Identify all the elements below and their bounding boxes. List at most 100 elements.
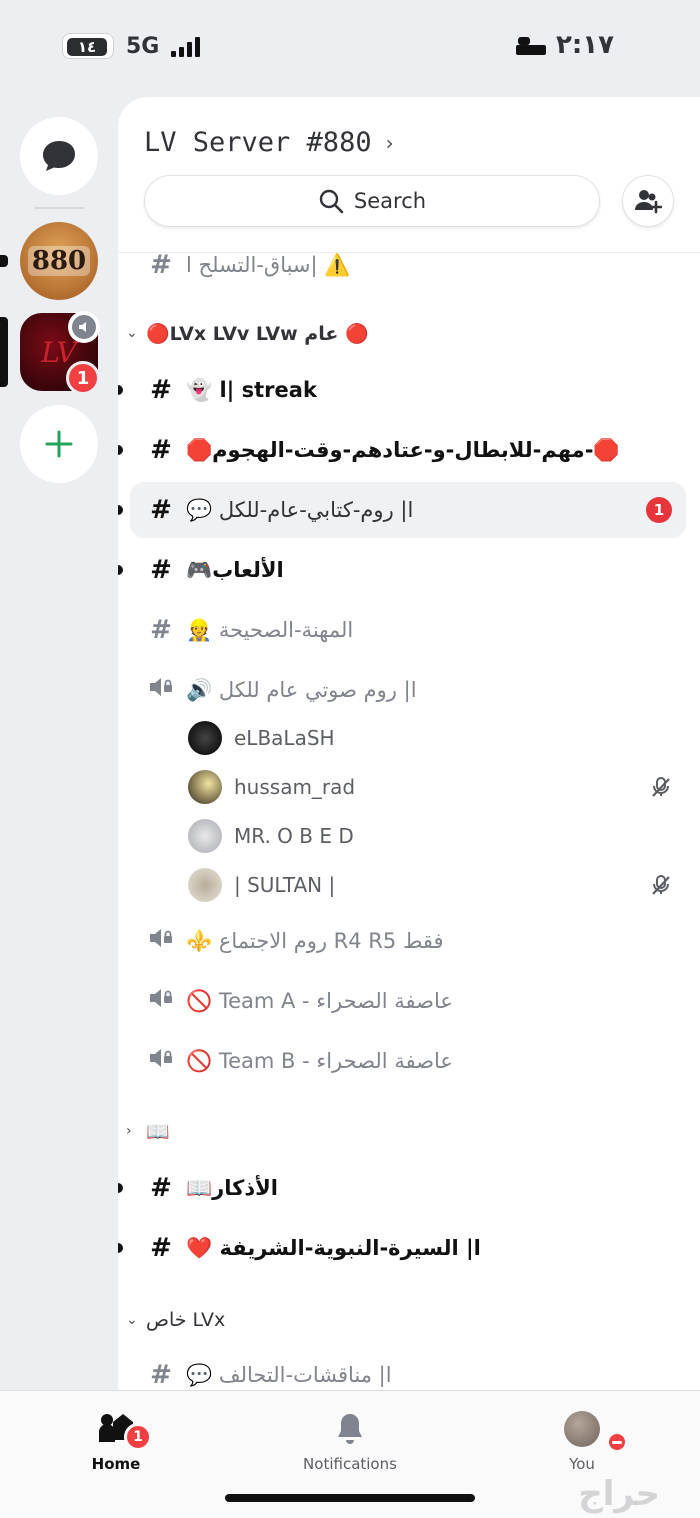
- chevron-down-icon: ⌄: [126, 325, 138, 341]
- search-label: Search: [353, 189, 427, 213]
- channel-name: 💬 ا| روم-كتابي-عام-للكل: [186, 497, 414, 522]
- avatar: [188, 721, 222, 755]
- unread-dot: [118, 445, 123, 455]
- channel-row[interactable]: # 🛑مهم-للابطال-و-عتادهم-وقت-الهجوم-🛑: [118, 422, 700, 478]
- channel-name: 🚫 Team A - عاصفة الصحراء: [186, 988, 453, 1013]
- hashtag-lock-icon: #: [150, 1173, 172, 1203]
- chat-bubble-icon: [43, 141, 75, 171]
- channel-row[interactable]: # 🎮الألعاب: [118, 542, 700, 598]
- hashtag-lock-icon: #: [150, 615, 172, 645]
- status-left: ١٤ 5G: [62, 33, 201, 59]
- channel-panel: LV Server #880 › Search # سباق-التسلح ا|…: [118, 97, 700, 1390]
- channel-name: ⚜️ روم الاجتماع R4 R5 فقط: [186, 928, 444, 953]
- channel-name: 📖الأذكار: [186, 1175, 278, 1200]
- unread-indicator: [0, 255, 8, 267]
- category-header[interactable]: ⌄ 🔴LVx LVv LVw عام 🔴: [118, 313, 700, 353]
- server-880-label: 880: [27, 246, 91, 276]
- voice-channel-row[interactable]: 🚫 Team A - عاصفة الصحراء: [118, 973, 700, 1029]
- you-label: You: [569, 1455, 595, 1473]
- channel-name: 🚫 Team B - عاصفة الصحراء: [186, 1048, 453, 1073]
- mic-muted-icon: [650, 776, 672, 798]
- voice-active-badge: [68, 311, 100, 343]
- tab-home[interactable]: 1 Home: [46, 1409, 186, 1473]
- add-server-button[interactable]: [20, 405, 98, 483]
- channel-row[interactable]: # 💬 ا| مناقشات-التحالف: [118, 1347, 700, 1390]
- speaker-lock-icon: [146, 675, 176, 706]
- bell-icon: [280, 1409, 420, 1449]
- speaker-lock-icon: [146, 926, 176, 957]
- channel-name: 👻 l| streak: [186, 377, 317, 402]
- voice-channel-row[interactable]: ⚜️ روم الاجتماع R4 R5 فقط: [118, 913, 700, 969]
- channel-row-selected[interactable]: # 💬 ا| روم-كتابي-عام-للكل 1: [118, 482, 686, 538]
- voice-user-name: | SULTAN |: [234, 873, 336, 897]
- hashtag-lock-icon: #: [150, 375, 172, 405]
- hashtag-lock-icon: #: [150, 555, 172, 585]
- do-not-disturb-icon: [606, 1431, 628, 1453]
- server-icon-880[interactable]: 880: [20, 222, 98, 300]
- channel-row[interactable]: # ❤️ ا| السيرة-النبوية-الشريفة: [118, 1220, 700, 1276]
- voice-channel-row[interactable]: 🔊 ا| روم صوتي عام للكل: [118, 662, 700, 718]
- search-icon: [319, 189, 344, 214]
- channel-row[interactable]: # 👷 المهنة-الصحيحة: [118, 602, 700, 658]
- rail-separator: [34, 207, 84, 209]
- voice-user-name: hussam_rad: [234, 775, 356, 799]
- avatar: [564, 1411, 600, 1447]
- voice-user[interactable]: | SULTAN |: [118, 862, 700, 908]
- voice-user[interactable]: eLBaLaSH: [118, 715, 700, 761]
- tab-you[interactable]: You: [512, 1409, 652, 1473]
- server-lv-label: LV: [41, 335, 77, 369]
- server-name: LV Server #880: [144, 127, 372, 158]
- channel-name: ❤️ ا| السيرة-النبوية-الشريفة: [186, 1235, 481, 1260]
- category-name: 📖: [146, 1120, 170, 1143]
- chevron-right-icon: ›: [126, 1123, 132, 1139]
- add-user-icon: [635, 190, 662, 214]
- invite-members-button[interactable]: [622, 175, 674, 227]
- speaker-lock-icon: [146, 1046, 176, 1077]
- tab-notifications[interactable]: Notifications: [280, 1409, 420, 1473]
- channel-name: 🔊 ا| روم صوتي عام للكل: [186, 677, 417, 702]
- clock: ٢:١٧: [555, 30, 614, 60]
- mention-badge: 1: [646, 497, 672, 523]
- unread-dot: [118, 565, 123, 575]
- channel-name: 🛑مهم-للابطال-و-عتادهم-وقت-الهجوم-🛑: [186, 437, 620, 462]
- hashtag-lock-icon: #: [150, 435, 172, 465]
- category-header[interactable]: ⌄ خاص LVx: [118, 1300, 700, 1340]
- unread-dot: [118, 385, 123, 395]
- hashtag-lock-icon: #: [150, 1233, 172, 1263]
- unread-dot: [118, 505, 123, 515]
- voice-user[interactable]: hussam_rad: [118, 764, 700, 810]
- avatar: [188, 819, 222, 853]
- watermark: حراج: [578, 1474, 660, 1514]
- sleep-focus-icon: [515, 35, 546, 55]
- you-avatar-wrap: [512, 1409, 652, 1449]
- notifications-label: Notifications: [303, 1455, 397, 1473]
- plus-icon: [45, 430, 73, 458]
- voice-user-name: eLBaLaSH: [234, 726, 335, 750]
- unread-dot: [118, 1243, 123, 1253]
- search-button[interactable]: Search: [144, 175, 600, 227]
- signal-icon: [171, 35, 201, 57]
- channel-row[interactable]: # سباق-التسلح ا| ⚠️: [118, 237, 700, 293]
- channel-name: سباق-التسلح ا| ⚠️: [186, 252, 351, 277]
- home-indicator[interactable]: [225, 1494, 475, 1502]
- home-label: Home: [91, 1455, 141, 1473]
- channel-row[interactable]: # 📖الأذكار: [118, 1160, 700, 1216]
- category-name: 🔴LVx LVv LVw عام 🔴: [146, 322, 369, 345]
- hashtag-lock-icon: #: [150, 495, 172, 525]
- channel-name: 💬 ا| مناقشات-التحالف: [186, 1362, 392, 1387]
- hashtag-lock-icon: #: [150, 1360, 172, 1390]
- speaker-icon: [79, 322, 86, 332]
- direct-messages-button[interactable]: [20, 117, 98, 195]
- channel-row[interactable]: # 👻 l| streak: [118, 362, 700, 418]
- selected-server-indicator: [0, 317, 8, 387]
- chevron-right-icon: ›: [385, 130, 394, 155]
- server-mention-badge: 1: [66, 361, 100, 395]
- server-rail: 880 LV 1: [0, 95, 118, 1390]
- voice-channel-row[interactable]: 🚫 Team B - عاصفة الصحراء: [118, 1033, 700, 1089]
- voice-user-name: MR. O B E D: [234, 824, 354, 848]
- voice-user[interactable]: MR. O B E D: [118, 813, 700, 859]
- category-header[interactable]: › 📖: [118, 1111, 700, 1151]
- status-bar: ١٤ 5G ٢:١٧: [0, 0, 700, 95]
- server-header[interactable]: LV Server #880 ›: [144, 127, 394, 158]
- channel-name: 🎮الألعاب: [186, 557, 284, 582]
